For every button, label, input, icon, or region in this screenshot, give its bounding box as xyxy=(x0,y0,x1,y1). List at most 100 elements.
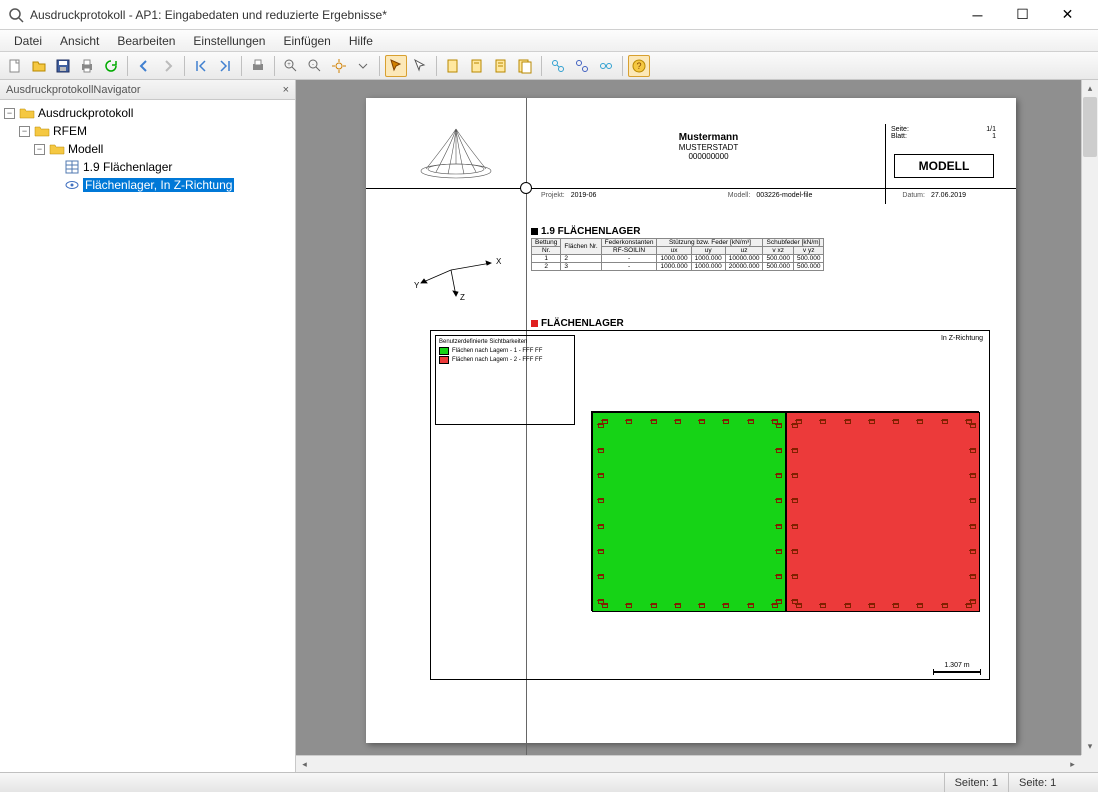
tree-flaechenlager-z[interactable]: Flächenlager, In Z-Richtung xyxy=(0,176,295,194)
support-symbol-icon xyxy=(791,447,797,452)
table-row: 12- 1000.0001000.00010000.000 500.000500… xyxy=(532,255,824,263)
maximize-button[interactable]: ☐ xyxy=(1000,0,1045,30)
support-symbol-icon xyxy=(791,422,797,427)
scroll-thumb[interactable] xyxy=(1083,97,1097,157)
graphic-scale: 1.307 m xyxy=(933,662,981,673)
tb-new-icon[interactable] xyxy=(4,55,26,77)
close-button[interactable]: ✕ xyxy=(1045,0,1090,30)
tb-zoomout-icon[interactable]: - xyxy=(304,55,326,77)
minimize-button[interactable]: ─ xyxy=(955,0,1000,30)
support-symbol-icon xyxy=(868,418,874,423)
svg-text:Z: Z xyxy=(460,293,465,302)
eye-icon xyxy=(64,177,80,193)
header-node-icon xyxy=(520,182,532,194)
tb-doc4-icon[interactable] xyxy=(514,55,536,77)
support-symbol-icon xyxy=(941,418,947,423)
tb-help-icon[interactable]: ? xyxy=(628,55,650,77)
horizontal-scrollbar[interactable]: ◂ ▸ xyxy=(296,755,1081,772)
section-19-title: 1.9 FLÄCHENLAGER xyxy=(531,226,640,237)
support-symbol-icon xyxy=(844,418,850,423)
svg-text:X: X xyxy=(496,257,502,266)
section-flaechenlager-title: FLÄCHENLAGER xyxy=(531,318,624,329)
support-symbol-icon xyxy=(747,602,753,607)
tree-root[interactable]: − Ausdruckprotokoll xyxy=(0,104,295,122)
slab-1 xyxy=(592,412,786,612)
support-symbol-icon xyxy=(916,602,922,607)
support-symbol-icon xyxy=(791,548,797,553)
svg-text:Y: Y xyxy=(414,281,420,290)
navigator-tree[interactable]: − Ausdruckprotokoll − RFEM − Modell 1.9 … xyxy=(0,100,295,772)
support-symbol-icon xyxy=(844,602,850,607)
tb-print2-icon[interactable] xyxy=(247,55,269,77)
tb-last-icon[interactable] xyxy=(214,55,236,77)
tb-cursor-icon[interactable] xyxy=(409,55,431,77)
header-logo xyxy=(396,124,516,184)
table-19-flaechenlager: Bettung Flächen Nr. Federkonstanten Stüt… xyxy=(531,238,824,271)
support-symbol-icon xyxy=(597,523,603,528)
tree-toggle-icon[interactable]: − xyxy=(4,108,15,119)
tb-save-icon[interactable] xyxy=(52,55,74,77)
menu-einfuegen[interactable]: Einfügen xyxy=(275,32,338,50)
menu-ansicht[interactable]: Ansicht xyxy=(52,32,107,50)
menu-bearbeiten[interactable]: Bearbeiten xyxy=(109,32,183,50)
tb-doc3-icon[interactable] xyxy=(490,55,512,77)
vertical-scrollbar[interactable]: ▴ ▾ xyxy=(1081,80,1098,755)
support-symbol-icon xyxy=(969,523,975,528)
app-icon xyxy=(8,7,24,23)
menu-hilfe[interactable]: Hilfe xyxy=(341,32,381,50)
support-symbol-icon xyxy=(969,497,975,502)
report-page: Mustermann MUSTERSTADT 000000000 Seite:1… xyxy=(366,98,1016,743)
preview-area[interactable]: Mustermann MUSTERSTADT 000000000 Seite:1… xyxy=(296,80,1098,772)
support-symbol-icon xyxy=(625,418,631,423)
tb-refresh-icon[interactable] xyxy=(100,55,122,77)
support-symbol-icon xyxy=(597,472,603,477)
scroll-left-icon[interactable]: ◂ xyxy=(296,756,313,772)
tb-doc2-icon[interactable] xyxy=(466,55,488,77)
menu-einstellungen[interactable]: Einstellungen xyxy=(185,32,273,50)
support-symbol-icon xyxy=(791,497,797,502)
tb-first-icon[interactable] xyxy=(190,55,212,77)
menu-bar: Datei Ansicht Bearbeiten Einstellungen E… xyxy=(0,30,1098,52)
support-symbol-icon xyxy=(969,472,975,477)
scroll-right-icon[interactable]: ▸ xyxy=(1064,756,1081,772)
status-seiten: Seiten: 1 xyxy=(944,773,1008,792)
title-bar: Ausdruckprotokoll - AP1: Eingabedaten un… xyxy=(0,0,1098,30)
menu-datei[interactable]: Datei xyxy=(6,32,50,50)
support-symbol-icon xyxy=(650,418,656,423)
table-row: 23- 1000.0001000.00020000.000 500.000500… xyxy=(532,263,824,271)
table-icon xyxy=(64,159,80,175)
tb-link2-icon[interactable] xyxy=(571,55,593,77)
tree-modell[interactable]: − Modell xyxy=(0,140,295,158)
support-symbol-icon xyxy=(892,418,898,423)
support-symbol-icon xyxy=(775,422,781,427)
tree-toggle-icon[interactable]: − xyxy=(19,126,30,137)
tree-rfem[interactable]: − RFEM xyxy=(0,122,295,140)
tree-toggle-icon[interactable]: − xyxy=(34,144,45,155)
support-symbol-icon xyxy=(625,602,631,607)
tb-dropdown-icon[interactable] xyxy=(352,55,374,77)
tb-select-icon[interactable] xyxy=(385,55,407,77)
tb-prev-icon[interactable] xyxy=(133,55,155,77)
navigator-close-icon[interactable]: × xyxy=(283,84,289,96)
support-symbol-icon xyxy=(969,573,975,578)
tb-link3-icon[interactable] xyxy=(595,55,617,77)
support-symbol-icon xyxy=(819,418,825,423)
tb-link1-icon[interactable] xyxy=(547,55,569,77)
tb-open-icon[interactable] xyxy=(28,55,50,77)
support-symbol-icon xyxy=(916,418,922,423)
support-symbol-icon xyxy=(941,602,947,607)
support-symbol-icon xyxy=(791,573,797,578)
tb-doc1-icon[interactable] xyxy=(442,55,464,77)
support-symbol-icon xyxy=(722,602,728,607)
scroll-up-icon[interactable]: ▴ xyxy=(1082,80,1098,97)
tb-next-icon[interactable] xyxy=(157,55,179,77)
support-symbol-icon xyxy=(597,598,603,603)
tb-print-icon[interactable] xyxy=(76,55,98,77)
graphic-slabs xyxy=(591,411,979,611)
tree-19-flaechenlager[interactable]: 1.9 Flächenlager xyxy=(0,158,295,176)
navigator-header: AusdruckprotokollNavigator × xyxy=(0,80,295,100)
support-symbol-icon xyxy=(969,447,975,452)
tb-zoomin-icon[interactable]: + xyxy=(280,55,302,77)
tb-settings-icon[interactable] xyxy=(328,55,350,77)
scroll-down-icon[interactable]: ▾ xyxy=(1082,738,1098,755)
